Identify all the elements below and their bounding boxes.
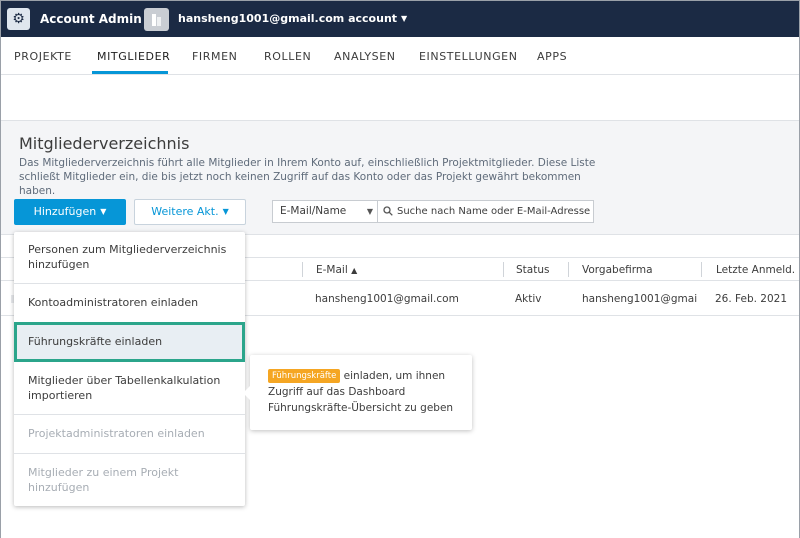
page-title: Mitgliederverzeichnis [19,134,190,153]
account-switcher[interactable]: hansheng1001@gmail.com account ▼ [178,12,407,25]
search-icon [383,206,393,216]
search-input[interactable] [397,203,591,220]
add-button[interactable]: Hinzufügen ▼ [14,199,126,225]
chevron-down-icon: ▼ [222,207,229,216]
menu-item-invite-executives[interactable]: Führungskräfte einladen [14,334,245,349]
executives-badge: Führungskräfte [268,369,341,383]
cell-last-login: 26. Feb. 2021 [715,293,788,305]
tab-apps[interactable]: APPS [537,50,567,63]
column-header-status[interactable]: Status [516,264,549,276]
cell-status: Aktiv [515,293,542,305]
active-tab-indicator [92,71,168,74]
tab-rollen[interactable]: ROLLEN [264,50,311,63]
menu-item-add-to-project: Mitglieder zu einem Projekt hinzufügen [28,466,179,494]
page-description: Das Mitgliederverzeichnis führt alle Mit… [19,157,596,197]
column-header-last-login[interactable]: Letzte Anmeld. [716,264,795,276]
add-button-label: Hinzufügen [33,205,97,218]
account-email-label: hansheng1001@gmail.com account [178,12,398,25]
chevron-down-icon: ▼ [401,14,408,23]
chevron-down-icon: ▼ [366,207,373,216]
tab-mitglieder[interactable]: MITGLIEDER [97,50,170,63]
tab-analysen[interactable]: ANALYSEN [334,50,396,63]
menu-item-import-spreadsheet[interactable]: Mitglieder über Tabellenkalkulation impo… [14,373,245,403]
menu-item-invite-project-admins: Projektadministratoren einladen [28,427,205,440]
top-bar: ⚙ Account Admin▼ hansheng1001@gmail.com … [1,1,799,37]
chevron-down-icon: ▼ [100,207,107,216]
cell-email: hansheng1001@gmail.com [315,293,459,305]
account-admin-label: Account Admin [40,12,142,26]
cell-company: hansheng1001@gmail.com [582,293,697,305]
column-header-company[interactable]: Vorgabefirma [582,264,653,276]
executives-tooltip: Führungskräfte einladen, um ihnen Zugrif… [243,355,472,430]
tab-firmen[interactable]: FIRMEN [192,50,237,63]
menu-item-add-to-directory[interactable]: Personen zum Mitgliederverzeichnis hinzu… [14,242,245,272]
account-admin-menu[interactable]: Account Admin▼ [40,12,152,26]
tab-einstellungen[interactable]: EINSTELLUNGEN [419,50,518,63]
search-filter-select[interactable]: E-Mail/Name ▼ [272,200,378,223]
tab-projekte[interactable]: PROJEKTE [14,50,72,63]
account-logo [144,8,169,31]
add-dropdown-menu: Personen zum Mitgliederverzeichnis hinzu… [14,232,245,506]
more-actions-label: Weitere Akt. [151,205,219,218]
more-actions-button[interactable]: Weitere Akt. ▼ [134,199,246,225]
gear-icon[interactable]: ⚙ [7,8,30,30]
search-filter-value: E-Mail/Name [280,205,347,217]
search-box [377,200,594,223]
column-header-email[interactable]: E-Mail ▲ [316,264,357,276]
main-tabs: PROJEKTE MITGLIEDER FIRMEN ROLLEN ANALYS… [1,37,799,75]
menu-item-invite-account-admins[interactable]: Kontoadministratoren einladen [14,295,245,310]
